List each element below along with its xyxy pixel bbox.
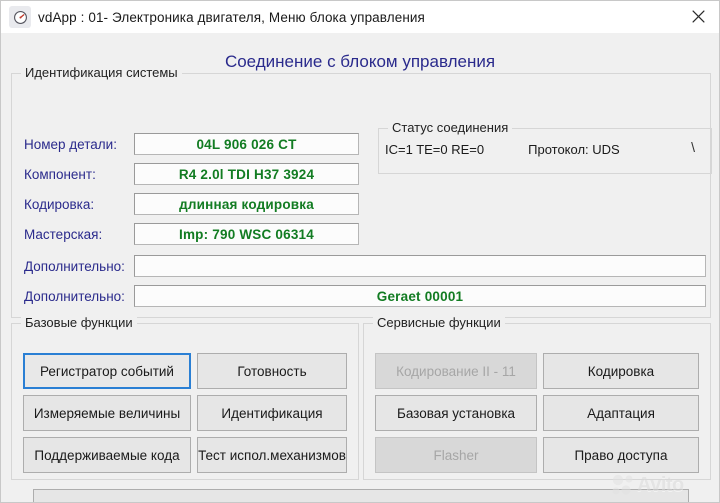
label-workshop: Мастерская: xyxy=(24,226,103,242)
identification-group: Идентификация системы Номер детали: 04L … xyxy=(11,65,712,318)
identification-group-title: Идентификация системы xyxy=(21,65,182,80)
client-area: Соединение с блоком управления Идентифик… xyxy=(1,33,719,502)
row-component: Компонент: R4 2.0l TDI H37 3924 xyxy=(24,162,359,186)
close-window-button[interactable] xyxy=(675,1,719,32)
label-component: Компонент: xyxy=(24,166,96,182)
row-additional-2: Дополнительно: Geraet 00001 xyxy=(24,284,706,308)
label-part-number: Номер детали: xyxy=(24,136,117,152)
field-additional-1[interactable] xyxy=(134,255,706,277)
gauge-icon xyxy=(9,6,31,28)
label-additional-2: Дополнительно: xyxy=(24,288,125,304)
service-functions-title: Сервисные функции xyxy=(373,315,505,330)
title-bar: vdApp : 01- Электроника двигателя, Меню … xyxy=(1,1,719,34)
button-coding-ii-11: Кодирование II - 11 xyxy=(375,353,537,389)
button-basic-setting[interactable]: Базовая установка xyxy=(375,395,537,431)
button-event-logger[interactable]: Регистратор событий xyxy=(23,353,191,389)
row-part-number: Номер детали: 04L 906 026 CT xyxy=(24,132,359,156)
button-adaptation[interactable]: Адаптация xyxy=(543,395,699,431)
vdapp-window: vdApp : 01- Электроника двигателя, Меню … xyxy=(0,0,720,503)
label-coding: Кодировка: xyxy=(24,196,95,212)
activity-spinner-icon: \ xyxy=(691,139,695,155)
button-close-back[interactable]: Закрыть, Назад xyxy=(33,489,689,502)
button-identification[interactable]: Идентификация xyxy=(197,395,347,431)
protocol-label: Протокол: UDS xyxy=(528,141,620,157)
field-coding[interactable]: длинная кодировка xyxy=(134,193,359,215)
connection-status-group: Статус соединения IC=1 TE=0 RE=0 Протоко… xyxy=(378,120,712,174)
field-additional-2[interactable]: Geraet 00001 xyxy=(134,285,706,307)
field-component[interactable]: R4 2.0l TDI H37 3924 xyxy=(134,163,359,185)
connection-flags: IC=1 TE=0 RE=0 xyxy=(385,141,485,157)
button-flasher: Flasher xyxy=(375,437,537,473)
row-workshop: Мастерская: Imp: 790 WSC 06314 xyxy=(24,222,359,246)
window-title: vdApp : 01- Электроника двигателя, Меню … xyxy=(38,9,425,25)
button-readiness[interactable]: Готовность xyxy=(197,353,347,389)
button-supported-codes[interactable]: Поддерживаемые кода xyxy=(23,437,191,473)
button-actuator-test[interactable]: Тест испол.механизмов xyxy=(197,437,347,473)
field-workshop[interactable]: Imp: 790 WSC 06314 xyxy=(134,223,359,245)
row-additional-1: Дополнительно: xyxy=(24,254,706,278)
connection-status-title: Статус соединения xyxy=(388,120,513,135)
row-coding: Кодировка: длинная кодировка xyxy=(24,192,359,216)
button-measured-values[interactable]: Измеряемые величины xyxy=(23,395,191,431)
field-part-number[interactable]: 04L 906 026 CT xyxy=(134,133,359,155)
button-coding[interactable]: Кодировка xyxy=(543,353,699,389)
button-access-rights[interactable]: Право доступа xyxy=(543,437,699,473)
connection-status-line: IC=1 TE=0 RE=0 Протокол: UDS xyxy=(385,139,705,159)
base-functions-title: Базовые функции xyxy=(21,315,137,330)
label-additional-1: Дополнительно: xyxy=(24,258,125,274)
